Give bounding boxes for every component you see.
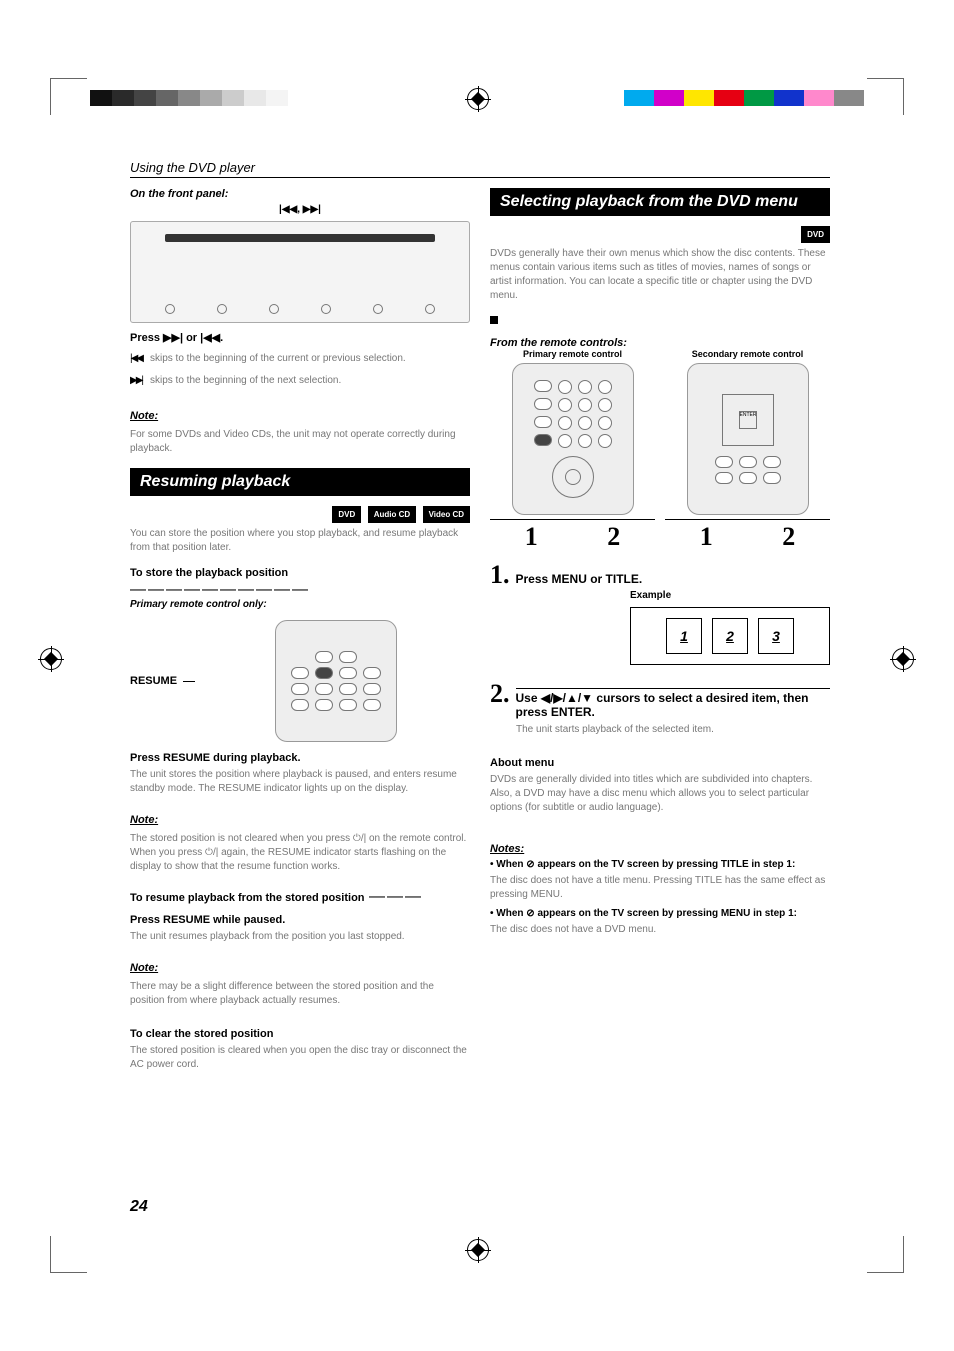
panel-caption: |◀◀, ▶▶| xyxy=(130,204,470,215)
from-remote-heading: From the remote controls: xyxy=(490,337,830,349)
step-number-line: 1 2 xyxy=(665,519,830,552)
resume-from-heading: To resume playback from the stored posit… xyxy=(130,892,365,904)
step-1-text: Press MENU or TITLE. xyxy=(516,572,643,586)
skip-next-text: skips to the beginning of the next selec… xyxy=(150,374,341,388)
power-icon xyxy=(205,847,218,858)
color-bar xyxy=(624,90,864,106)
note-text: For some DVDs and Video CDs, the unit ma… xyxy=(130,428,470,456)
skip-prev-text: skips to the beginning of the current or… xyxy=(150,352,406,366)
note-heading: Note: xyxy=(130,410,158,422)
primary-remote-illustration xyxy=(512,363,634,515)
about-menu-text: DVDs are generally divided into titles w… xyxy=(490,773,830,815)
page-number: 24 xyxy=(130,1198,148,1216)
page: Using the DVD player On the front panel:… xyxy=(0,0,954,1351)
dvd-badge: DVD xyxy=(332,506,361,523)
front-panel-heading: On the front panel: xyxy=(130,188,470,200)
clear-position-text: The stored position is cleared when you … xyxy=(130,1044,470,1072)
registration-mark-icon xyxy=(467,1239,489,1261)
notes-heading: Notes: xyxy=(490,843,524,855)
power-icon xyxy=(353,833,366,844)
crop-mark-icon xyxy=(867,1236,904,1273)
skip-prev-icon xyxy=(130,348,142,366)
resume-intro: You can store the position where you sto… xyxy=(130,527,470,555)
example-heading: Example xyxy=(630,590,830,601)
note-subtext: The disc does not have a DVD menu. xyxy=(490,923,830,937)
running-header: Using the DVD player xyxy=(130,160,830,178)
step-number-line: 1 2 xyxy=(490,519,655,552)
crop-mark-icon xyxy=(867,78,904,115)
note-heading: Note: xyxy=(130,814,158,826)
store-position-heading: To store the playback position xyxy=(130,567,288,579)
audio-cd-badge: Audio CD xyxy=(368,506,416,523)
video-cd-badge: Video CD xyxy=(423,506,470,523)
grayscale-ramp xyxy=(90,90,288,106)
right-column: Selecting playback from the DVD menu DVD… xyxy=(490,188,830,1076)
note-item: • When ⊘ appears on the TV screen by pre… xyxy=(490,859,830,870)
leader-line: ——— xyxy=(369,888,423,905)
secondary-remote-illustration: ENTER xyxy=(687,363,809,515)
print-calibration-bar xyxy=(0,90,954,108)
example-cell: 2 xyxy=(712,618,748,654)
example-cell: 1 xyxy=(666,618,702,654)
press-skip-heading: Press ▶▶| or |◀◀. xyxy=(130,331,470,344)
step-2-text: Use ◀/▶/▲/▼ cursors to select a desired … xyxy=(516,688,831,719)
crop-mark-icon xyxy=(50,78,87,115)
clear-position-heading: To clear the stored position xyxy=(130,1028,470,1040)
note-text: The stored position is not cleared when … xyxy=(130,832,470,874)
dvd-badge: DVD xyxy=(801,226,830,243)
registration-mark-icon xyxy=(892,648,914,670)
about-menu-heading: About menu xyxy=(490,757,830,769)
example-cell: 3 xyxy=(758,618,794,654)
content-area: Using the DVD player On the front panel:… xyxy=(130,160,830,1076)
registration-mark-icon xyxy=(467,88,489,110)
skip-next-icon xyxy=(130,370,142,388)
note-subtext: The disc does not have a title menu. Pre… xyxy=(490,874,830,902)
selecting-intro: DVDs generally have their own menus whic… xyxy=(490,247,830,303)
press-while-heading: Press RESUME while paused. xyxy=(130,914,470,926)
step-number: 1. xyxy=(490,560,510,590)
leader-line: —————————— xyxy=(130,581,310,598)
secondary-remote-label: Secondary remote control xyxy=(665,349,830,359)
registration-mark-icon xyxy=(40,648,62,670)
step-2-subtext: The unit starts playback of the selected… xyxy=(516,723,830,737)
note-text: There may be a slight difference between… xyxy=(130,980,470,1008)
primary-remote-label: Primary remote control xyxy=(490,349,655,359)
example-menu-box: 1 2 3 xyxy=(630,607,830,665)
press-resume-text: The unit stores the position where playb… xyxy=(130,768,470,796)
step-number: 2. xyxy=(490,679,510,709)
note-heading: Note: xyxy=(130,962,158,974)
primary-only-label: Primary remote control only: xyxy=(130,599,470,610)
front-panel-illustration xyxy=(130,221,470,323)
note-item: • When ⊘ appears on the TV screen by pre… xyxy=(490,908,830,919)
prohibit-icon: ⊘ xyxy=(526,859,534,870)
press-resume-heading: Press RESUME during playback. xyxy=(130,752,470,764)
bullet-square-icon xyxy=(490,316,498,324)
selecting-playback-heading: Selecting playback from the DVD menu xyxy=(490,188,830,216)
primary-remote-illustration xyxy=(275,620,397,742)
prohibit-icon: ⊘ xyxy=(526,908,534,919)
press-while-text: The unit resumes playback from the posit… xyxy=(130,930,470,944)
resume-callout-label: RESUME xyxy=(130,675,177,687)
enter-button-icon: ENTER xyxy=(739,411,757,429)
left-column: On the front panel: |◀◀, ▶▶| Press ▶▶| o… xyxy=(130,188,470,1076)
crop-mark-icon xyxy=(50,1236,87,1273)
resuming-playback-heading: Resuming playback xyxy=(130,468,470,496)
